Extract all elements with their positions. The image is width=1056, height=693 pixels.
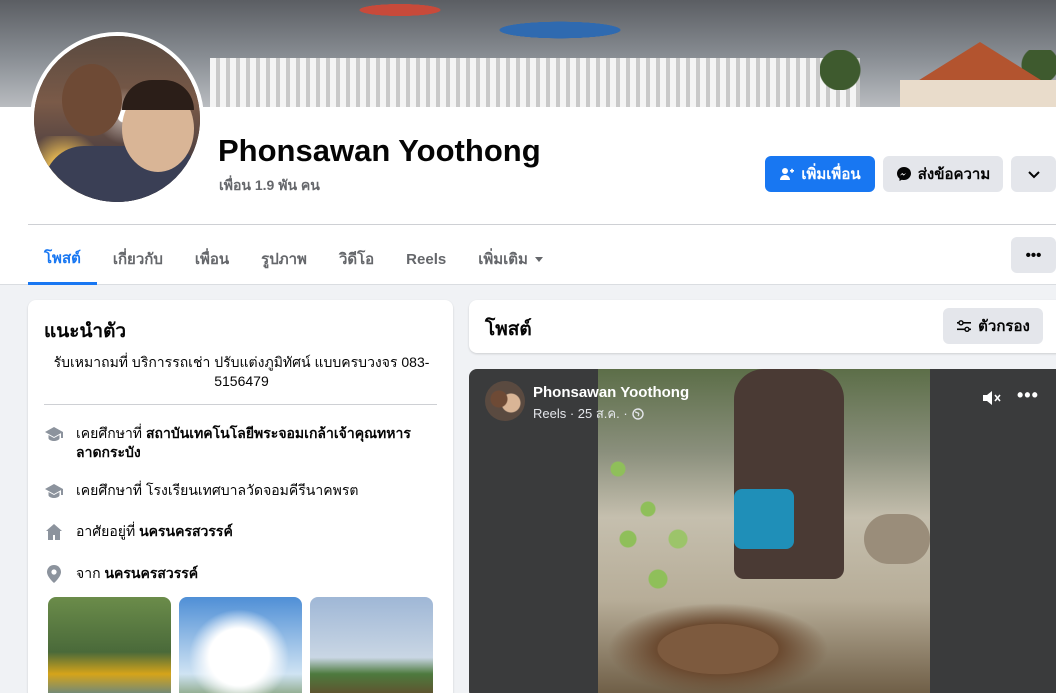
add-friend-button[interactable]: เพิ่มเพื่อน [765, 156, 875, 192]
intro-item-prefix: จาก [76, 565, 105, 581]
header-divider [28, 224, 1056, 225]
intro-item-education-2: เคยศึกษาที่ โรงเรียนเทศบาลวัดจอมคีรีนาคพ… [44, 481, 439, 501]
message-label: ส่งข้อความ [917, 166, 991, 183]
featured-photo[interactable] [310, 597, 433, 693]
message-button[interactable]: ส่งข้อความ [883, 156, 1003, 192]
intro-item-prefix: เคยศึกษาที่ [76, 425, 146, 441]
cover-temple-railing [210, 58, 860, 107]
tab-more-label: เพิ่มเติม [478, 251, 528, 268]
intro-item-text: จาก นครนครสวรรค์ [76, 564, 198, 584]
city-link[interactable]: นครนครสวรรค์ [139, 523, 233, 539]
profile-name: Phonsawan Yoothong [218, 133, 541, 168]
intro-title: แนะนำตัว [44, 321, 127, 342]
reel-post[interactable]: Phonsawan Yoothong Reels · 25 ส.ค. · ••• [469, 369, 1056, 693]
filter-label: ตัวกรอง [978, 318, 1030, 335]
intro-item-prefix: เคยศึกษาที่ [76, 482, 146, 498]
reel-video-log [864, 514, 930, 564]
mute-toggle[interactable] [981, 389, 1003, 412]
intro-bio: รับเหมาถมที่ บริการรถเช่า ปรับแต่งภูมิทั… [53, 354, 430, 389]
profile-options-button[interactable]: ••• [1011, 237, 1056, 273]
location-pin-icon [44, 564, 64, 584]
reel-options-button[interactable]: ••• [1017, 385, 1039, 406]
tab-reels[interactable]: Reels [390, 233, 462, 285]
profile-tabs: โพสต์ เกี่ยวกับ เพื่อน รูปภาพ วิดีโอ Ree… [28, 233, 560, 285]
graduation-cap-icon [44, 424, 64, 444]
messenger-icon [896, 167, 911, 181]
more-dots-icon: ••• [1025, 246, 1042, 264]
add-friend-icon [780, 168, 795, 180]
tab-videos[interactable]: วิดีโอ [323, 233, 390, 285]
avatar-face-left [62, 64, 122, 136]
profile-avatar[interactable] [30, 32, 204, 206]
intro-item-prefix: อาศัยอยู่ที่ [76, 523, 140, 539]
reel-meta-text: Reels · 25 ส.ค. · [533, 406, 628, 421]
reel-video-chainsaw [734, 489, 794, 549]
intro-item-education-1: เคยศึกษาที่ สถาบันเทคโนโลยีพระจอมเกล้าเจ… [44, 424, 439, 462]
filter-button[interactable]: ตัวกรอง [943, 308, 1043, 344]
more-dots-icon: ••• [1017, 385, 1039, 405]
featured-photo[interactable] [179, 597, 302, 693]
intro-item-lives-in: อาศัยอยู่ที่ นครนครสวรรค์ [44, 522, 439, 542]
chevron-down-icon [1027, 171, 1040, 179]
tab-photos[interactable]: รูปภาพ [245, 233, 323, 285]
intro-item-from: จาก นครนครสวรรค์ [44, 564, 439, 584]
intro-item-text: เคยศึกษาที่ โรงเรียนเทศบาลวัดจอมคีรีนาคพ… [76, 481, 358, 501]
globe-icon [631, 407, 644, 420]
posts-header-card: โพสต์ ตัวกรอง [469, 300, 1056, 353]
reel-video-debris [598, 599, 828, 693]
filter-sliders-icon [957, 320, 972, 333]
intro-divider [44, 404, 437, 405]
reel-author-name[interactable]: Phonsawan Yoothong [533, 384, 689, 401]
caret-down-icon [534, 257, 543, 262]
school-link[interactable]: โรงเรียนเทศบาลวัดจอมคีรีนาคพรต [146, 482, 359, 498]
intro-item-text: อาศัยอยู่ที่ นครนครสวรรค์ [76, 522, 233, 542]
reel-meta: Reels · 25 ส.ค. · [533, 403, 644, 424]
tab-more[interactable]: เพิ่มเติม [462, 233, 560, 285]
intro-card: แนะนำตัว รับเหมาถมที่ บริการรถเช่า ปรับแ… [28, 300, 453, 693]
home-icon [44, 522, 64, 542]
hometown-link[interactable]: นครนครสวรรค์ [104, 565, 198, 581]
speaker-muted-icon [983, 391, 1001, 405]
tab-friends[interactable]: เพื่อน [179, 233, 245, 285]
featured-photos [48, 597, 434, 693]
featured-photo[interactable] [48, 597, 171, 693]
graduation-cap-icon [44, 481, 64, 501]
tab-about[interactable]: เกี่ยวกับ [97, 233, 179, 285]
add-friend-label: เพิ่มเพื่อน [801, 166, 861, 183]
posts-title: โพสต์ [485, 319, 532, 340]
more-actions-button[interactable] [1011, 156, 1056, 192]
cover-temple-hall [900, 80, 1056, 107]
tab-posts[interactable]: โพสต์ [28, 233, 97, 285]
friends-count[interactable]: เพื่อน 1.9 พัน คน [219, 175, 320, 197]
intro-item-text: เคยศึกษาที่ สถาบันเทคโนโลยีพระจอมเกล้าเจ… [76, 424, 439, 462]
reel-author-avatar[interactable] [485, 381, 525, 421]
